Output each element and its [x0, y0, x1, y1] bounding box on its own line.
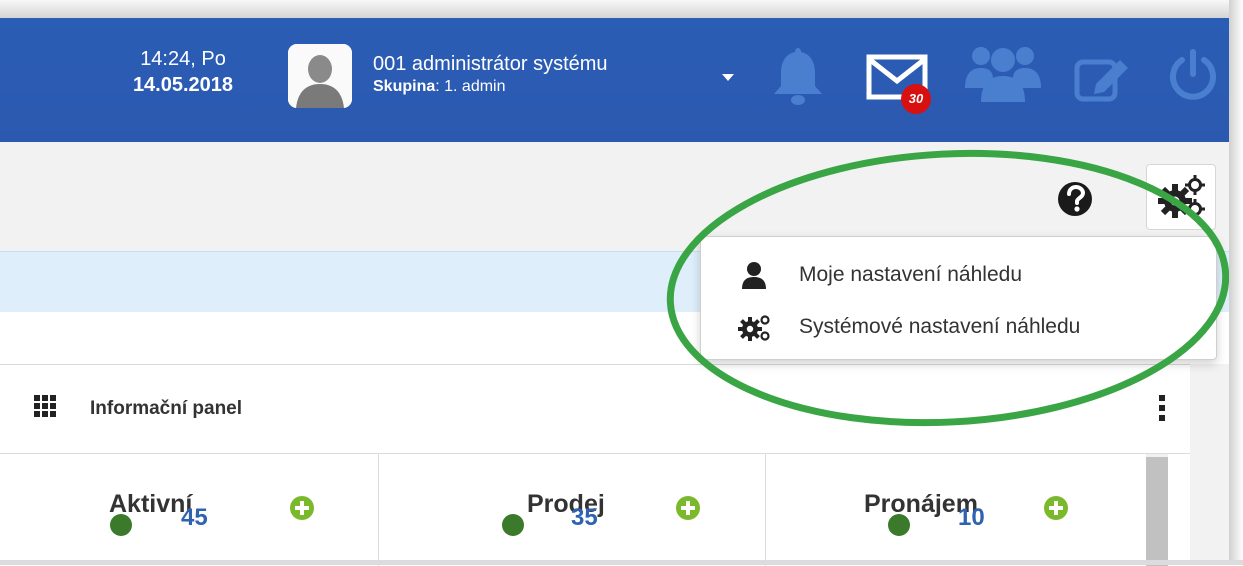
- add-active-icon[interactable]: [290, 496, 314, 520]
- user-icon: [742, 262, 766, 289]
- status-dot: [888, 514, 910, 536]
- add-sale-icon[interactable]: [676, 496, 700, 520]
- frame-top-edge: [0, 0, 1243, 18]
- menu-item-label: Moje nastavení náhledu: [799, 263, 1022, 286]
- scrollbar-thumb[interactable]: [1146, 457, 1168, 566]
- menu-item-my-view-settings[interactable]: Moje nastavení náhledu: [701, 255, 1216, 295]
- cogs-icon: [1158, 175, 1205, 219]
- view-settings-button[interactable]: [1146, 164, 1216, 230]
- card-value[interactable]: 35: [571, 504, 598, 532]
- clock-time: 14:24, Po: [140, 48, 226, 70]
- status-dot: [502, 514, 524, 536]
- right-gutter: [1190, 364, 1229, 565]
- panel-header: Informační panel: [0, 365, 1190, 454]
- edit-icon[interactable]: [1074, 54, 1132, 102]
- clock-date: 14.05.2018: [132, 74, 234, 96]
- user-menu-caret-icon[interactable]: [722, 74, 734, 81]
- menu-item-system-view-settings[interactable]: Systémové nastavení náhledu: [701, 307, 1216, 347]
- panel-title: Informační panel: [90, 398, 243, 419]
- users-group-icon[interactable]: [963, 44, 1043, 102]
- user-group: Skupina: 1. admin: [373, 76, 608, 98]
- card-rent[interactable]: Pronájem: [766, 454, 1146, 566]
- power-icon[interactable]: [1168, 48, 1218, 102]
- add-rent-icon[interactable]: [1044, 496, 1068, 520]
- kebab-menu-icon[interactable]: [1157, 395, 1167, 421]
- avatar[interactable]: [288, 44, 352, 108]
- mail-count-badge: 30: [901, 84, 931, 114]
- top-header: 14:24, Po 14.05.2018 001 administrátor s…: [0, 18, 1229, 142]
- cogs-icon: [738, 315, 770, 341]
- group-label: Skupina: [373, 78, 436, 95]
- frame-bottom-edge: [0, 560, 1243, 565]
- card-value[interactable]: 45: [181, 504, 208, 532]
- grid-icon[interactable]: [34, 395, 56, 417]
- group-value: : 1. admin: [435, 78, 506, 95]
- question-circle-icon[interactable]: [1056, 180, 1094, 218]
- bell-icon[interactable]: [770, 44, 826, 108]
- information-panel: Informační panel Aktivní Prodej Pronájem: [0, 364, 1190, 566]
- clock: 14:24, Po 14.05.2018: [118, 46, 248, 98]
- user-name: 001 administrátor systému: [373, 53, 608, 75]
- menu-item-label: Systémové nastavení náhledu: [799, 315, 1081, 338]
- frame-right-edge: [1229, 0, 1243, 565]
- user-avatar-icon: [288, 44, 352, 108]
- card-value[interactable]: 10: [958, 504, 985, 532]
- view-settings-dropdown: Moje nastavení náhledu Systémové nastave…: [700, 236, 1217, 360]
- status-dot: [110, 514, 132, 536]
- user-info[interactable]: 001 administrátor systému Skupina: 1. ad…: [373, 52, 608, 98]
